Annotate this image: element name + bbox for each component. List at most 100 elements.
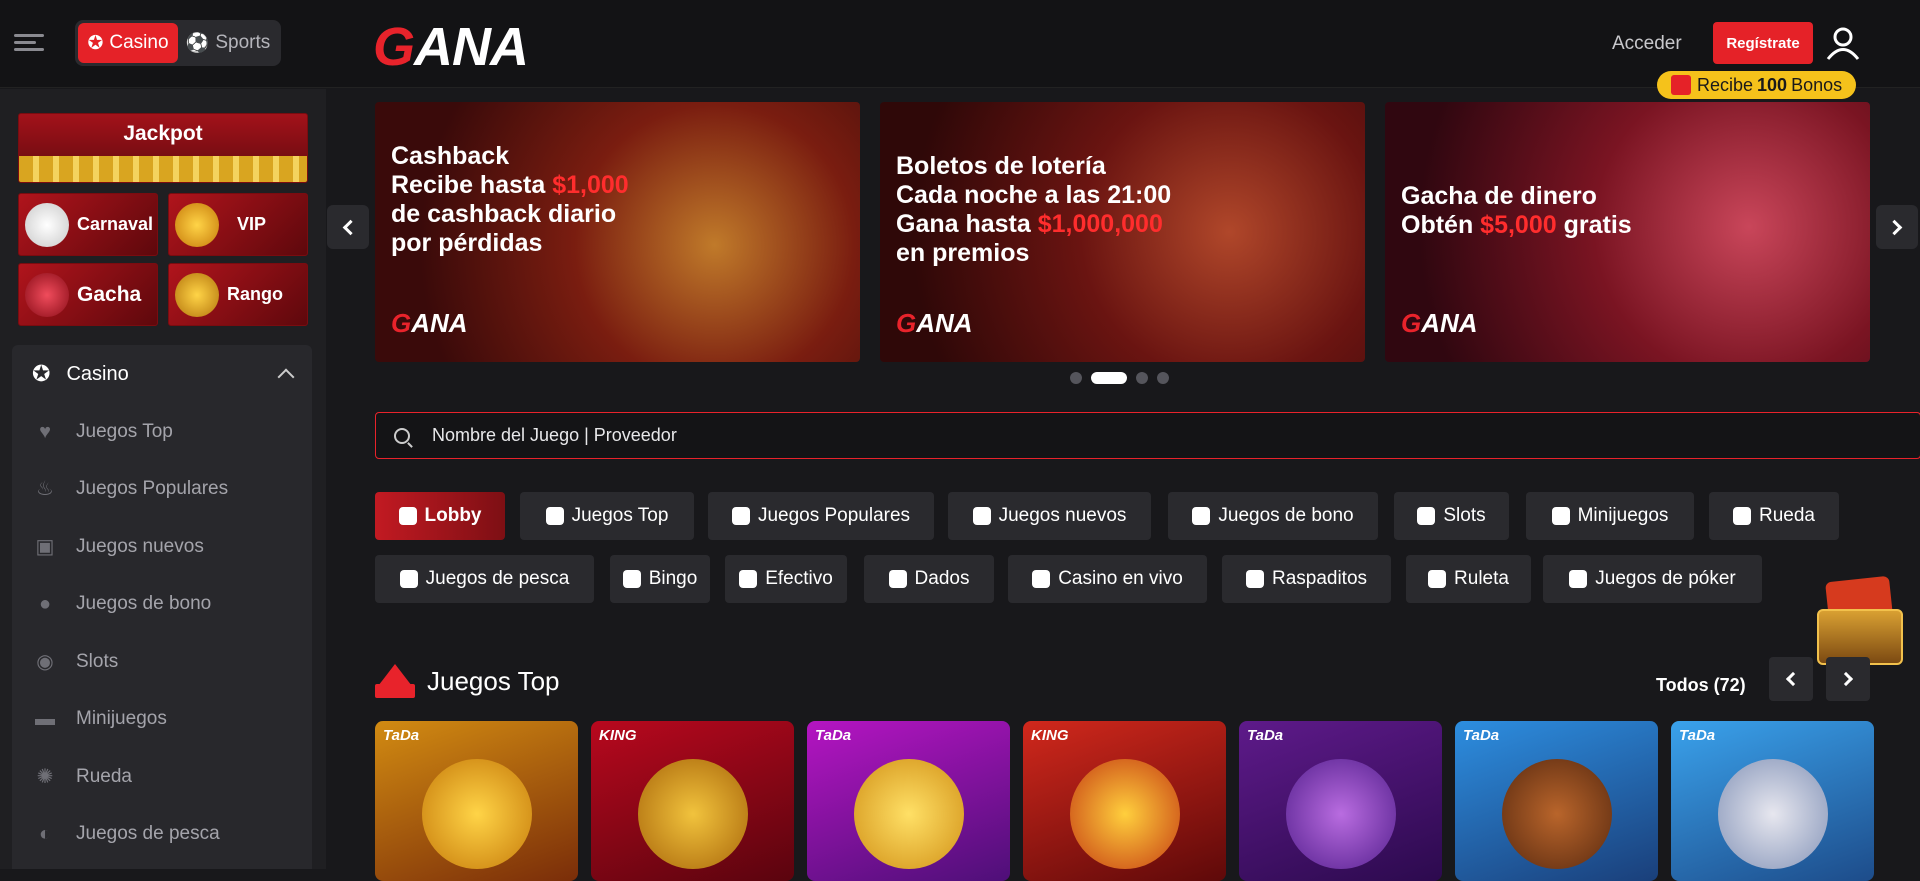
category-juegos-populares[interactable]: Juegos Populares — [708, 492, 934, 540]
search-input[interactable] — [432, 425, 1902, 446]
carousel-dot[interactable] — [1157, 372, 1169, 384]
category-juegos-de-pesca[interactable]: Juegos de pesca — [375, 555, 594, 603]
category-juegos-nuevos[interactable]: Juegos nuevos — [948, 492, 1151, 540]
provider-label: TaDa — [1463, 727, 1500, 744]
category-juegos-top[interactable]: Juegos Top — [520, 492, 694, 540]
sidebar-item-juegos-top[interactable]: ♥ Juegos Top — [12, 403, 312, 461]
gift-icon — [1671, 75, 1691, 95]
sidebar-item-rueda[interactable]: ✺ Rueda — [12, 748, 312, 806]
gift-icon — [972, 507, 991, 525]
banner-logo: GANA — [391, 308, 468, 338]
slot-icon — [1417, 507, 1436, 525]
category-dados[interactable]: Dados — [864, 555, 994, 603]
mode-switch: ✪ Casino ⚽ Sports — [75, 20, 281, 66]
vip-promo[interactable]: VIP — [168, 193, 308, 256]
category-raspaditos[interactable]: Raspaditos — [1222, 555, 1391, 603]
trophy-icon — [175, 272, 219, 317]
category-juegos-de-bono[interactable]: Juegos de bono — [1168, 492, 1378, 540]
dice-icon — [25, 202, 69, 247]
chevron-left-icon — [1785, 671, 1801, 687]
treasure-chest-reward-icon[interactable] — [1813, 573, 1905, 669]
section-title-juegos-top: Juegos Top — [375, 664, 560, 698]
hamburger-menu-icon[interactable] — [14, 30, 44, 56]
provider-label: KING — [1031, 727, 1069, 744]
casino-chip-icon: ✪ — [32, 361, 51, 386]
chevron-up-icon[interactable] — [277, 368, 295, 386]
video-camera-icon — [1032, 570, 1051, 588]
category-minijuegos[interactable]: Minijuegos — [1526, 492, 1694, 540]
spade-icon — [1569, 570, 1588, 588]
sidebar-item-minijuegos[interactable]: ▬ Minijuegos — [12, 691, 312, 749]
carousel-dot[interactable] — [1070, 372, 1082, 384]
games-next-button[interactable] — [1826, 657, 1870, 701]
carousel-dot[interactable] — [1136, 372, 1148, 384]
game-card[interactable]: TaDa — [807, 721, 1010, 881]
game-card[interactable]: TaDa — [1239, 721, 1442, 881]
bonus-badge[interactable]: Recibe 100 Bonos — [1657, 71, 1857, 99]
category-slots[interactable]: Slots — [1394, 492, 1509, 540]
cashback-banner[interactable]: Cashback Recibe hasta $1,000 de cashback… — [375, 102, 860, 362]
chevron-left-icon — [342, 219, 359, 235]
register-button[interactable]: Regístrate — [1713, 22, 1813, 64]
category-ruleta[interactable]: Ruleta — [1406, 555, 1531, 603]
bonus-coin-icon: ● — [38, 593, 52, 616]
category-bingo[interactable]: Bingo — [610, 555, 710, 603]
category-rueda[interactable]: Rueda — [1709, 492, 1839, 540]
chevron-right-icon — [1886, 219, 1903, 235]
rango-promo[interactable]: Rango — [168, 263, 308, 326]
lottery-banner[interactable]: Boletos de lotería Cada noche a las 21:0… — [880, 102, 1365, 362]
game-card[interactable]: TaDa — [1455, 721, 1658, 881]
provider-label: TaDa — [1247, 727, 1284, 744]
jackpot-promo[interactable]: Jackpot — [18, 113, 308, 183]
banner-logo: GANA — [896, 308, 973, 338]
game-card[interactable]: TaDa — [1671, 721, 1874, 881]
sports-mode-label: Sports — [215, 32, 271, 53]
carousel-next-button[interactable] — [1876, 205, 1918, 249]
provider-label: TaDa — [383, 727, 420, 744]
carnaval-promo[interactable]: Carnaval — [18, 193, 158, 256]
gamepad-icon — [1551, 507, 1570, 525]
gacha-promo[interactable]: Gacha — [18, 263, 158, 326]
fish-icon — [399, 570, 418, 588]
category-efectivo[interactable]: Efectivo — [725, 555, 847, 603]
category-juegos-de-poker[interactable]: Juegos de póker — [1543, 555, 1762, 603]
game-art — [421, 758, 532, 869]
slot-icon: ◉ — [36, 650, 54, 673]
game-art — [1501, 758, 1612, 869]
game-card[interactable]: KING — [1023, 721, 1226, 881]
game-art — [1717, 758, 1828, 869]
login-link[interactable]: Acceder — [1612, 33, 1682, 55]
casino-chip-icon: ✪ — [87, 32, 104, 54]
view-all-link[interactable]: Todos (72) — [1656, 675, 1746, 696]
game-card[interactable]: KING — [591, 721, 794, 881]
category-lobby[interactable]: Lobby — [375, 492, 505, 540]
carousel-prev-button[interactable] — [327, 205, 369, 249]
game-art — [853, 758, 964, 869]
games-prev-button[interactable] — [1769, 657, 1813, 701]
bonus-coin-icon — [1192, 507, 1211, 525]
carousel-dot-active[interactable] — [1091, 372, 1127, 384]
soccer-ball-icon: ⚽ — [185, 33, 210, 54]
game-card[interactable]: TaDa — [375, 721, 578, 881]
game-search-bar — [375, 412, 1920, 459]
user-profile-icon[interactable] — [1826, 26, 1860, 60]
gamepad-icon: ▬ — [35, 708, 55, 731]
gacha-banner[interactable]: Gacha de dinero Obtén $5,000 gratis GANA — [1385, 102, 1870, 362]
vip-shield-icon — [175, 202, 219, 247]
dice-icon — [888, 570, 907, 588]
sidebar-item-juegos-de-bono[interactable]: ● Juegos de bono — [12, 576, 312, 634]
chart-icon — [1245, 570, 1264, 588]
casino-mode-tab[interactable]: ✪ Casino — [78, 23, 178, 63]
sports-mode-tab[interactable]: ⚽ Sports — [178, 23, 278, 63]
sidebar-item-slots[interactable]: ◉ Slots — [12, 633, 312, 691]
fire-icon — [731, 507, 750, 525]
coins-decoration — [19, 156, 307, 182]
sidebar-item-juegos-nuevos[interactable]: ▣ Juegos nuevos — [12, 518, 312, 576]
wheel-icon — [1733, 507, 1751, 525]
casino-menu-header[interactable]: ✪ Casino — [12, 345, 312, 403]
sidebar-item-juegos-de-pesca[interactable]: ◐ Juegos de pesca — [12, 806, 312, 864]
sidebar-item-juegos-populares[interactable]: ♨ Juegos Populares — [12, 461, 312, 519]
heart-pulse-icon: ♥ — [39, 420, 51, 443]
gana-logo[interactable]: GANA — [373, 16, 529, 78]
category-casino-en-vivo[interactable]: Casino en vivo — [1008, 555, 1207, 603]
